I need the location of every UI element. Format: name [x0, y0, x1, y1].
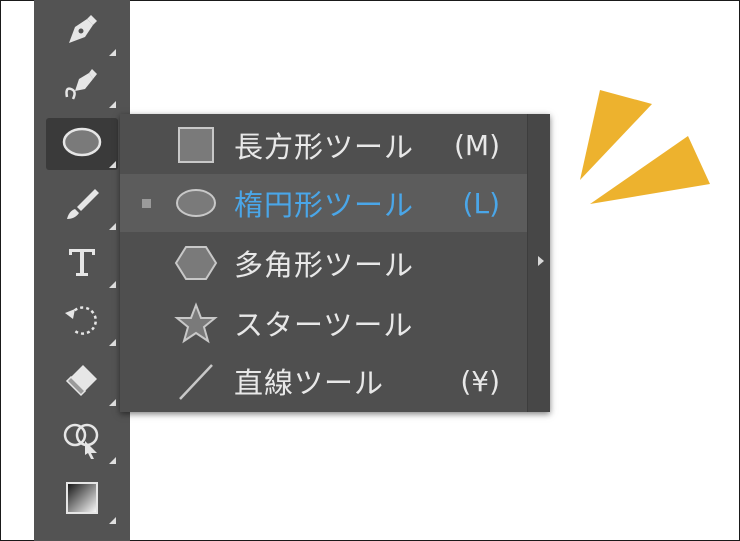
- ellipse-tool-button[interactable]: [46, 118, 118, 170]
- polygon-icon: [172, 239, 220, 287]
- eraser-icon: [61, 359, 103, 405]
- rotate-icon: [61, 299, 103, 345]
- curvature-tool-button[interactable]: [46, 58, 118, 110]
- brush-icon: [61, 183, 103, 229]
- flyout-corner-icon: [109, 161, 116, 168]
- ellipse-icon: [172, 179, 220, 227]
- pen-tool-button[interactable]: [46, 6, 118, 58]
- flyout-corner-icon: [109, 517, 116, 524]
- menu-item-label: 直線ツール: [234, 366, 385, 400]
- flyout-corner-icon: [109, 457, 116, 464]
- rotate-tool-button[interactable]: [46, 296, 118, 348]
- flyout-corner-icon: [109, 223, 116, 230]
- curvature-pen-icon: [61, 61, 103, 107]
- menu-item-rectangle-tool[interactable]: 長方形ツール (M): [120, 116, 528, 174]
- shape-tools-flyout: 長方形ツール (M) 楕円形ツール (L) 多角形ツール スターツール 直線ツー…: [120, 114, 550, 412]
- ellipse-icon: [61, 121, 103, 167]
- flyout-corner-icon: [109, 339, 116, 346]
- emphasis-burst-icon: [580, 90, 710, 204]
- type-icon: [61, 241, 103, 287]
- menu-item-shortcut: (L): [462, 186, 500, 220]
- tearoff-bar[interactable]: [527, 114, 550, 412]
- rectangle-icon: [172, 121, 220, 169]
- tools-panel: [34, 0, 130, 541]
- chevron-right-icon: [538, 256, 544, 266]
- menu-item-shortcut: (M): [453, 128, 500, 162]
- flyout-corner-icon: [109, 101, 116, 108]
- gradient-icon: [61, 477, 103, 523]
- line-icon: [172, 357, 220, 405]
- menu-item-shortcut: (¥): [460, 364, 500, 398]
- eraser-tool-button[interactable]: [46, 356, 118, 408]
- star-icon: [172, 299, 220, 347]
- menu-item-label: 長方形ツール: [234, 130, 415, 164]
- menu-item-ellipse-tool[interactable]: 楕円形ツール (L): [120, 174, 528, 232]
- flyout-corner-icon: [109, 49, 116, 56]
- menu-item-line-tool[interactable]: 直線ツール (¥): [120, 352, 528, 410]
- menu-item-star-tool[interactable]: スターツール: [120, 294, 528, 352]
- flyout-corner-icon: [109, 281, 116, 288]
- gradient-tool-button[interactable]: [46, 474, 118, 526]
- pen-icon: [61, 9, 103, 55]
- menu-item-label: 多角形ツール: [234, 248, 415, 282]
- type-tool-button[interactable]: [46, 238, 118, 290]
- paintbrush-tool-button[interactable]: [46, 180, 118, 232]
- current-tool-marker: [142, 198, 151, 208]
- menu-item-label: スターツール: [234, 308, 414, 342]
- shape-builder-icon: [61, 417, 103, 463]
- menu-item-polygon-tool[interactable]: 多角形ツール: [120, 234, 528, 292]
- shape-builder-tool-button[interactable]: [46, 414, 118, 466]
- flyout-corner-icon: [109, 399, 116, 406]
- menu-item-label: 楕円形ツール: [234, 188, 415, 222]
